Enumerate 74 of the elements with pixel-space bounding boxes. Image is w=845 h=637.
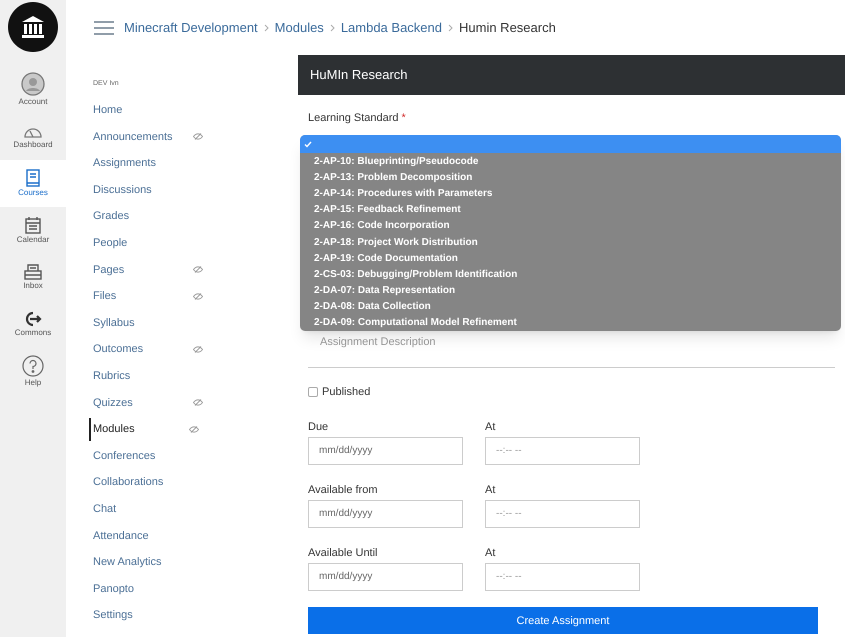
field-label: Available from: [308, 482, 378, 498]
breadcrumb-current: Humin Research: [459, 18, 556, 37]
breadcrumb-link[interactable]: Lambda Backend: [340, 18, 442, 38]
courses-icon: [26, 168, 40, 186]
description-field[interactable]: Assignment Description: [308, 333, 835, 368]
dropdown-option[interactable]: 2-AP-14: Procedures with Parameters: [300, 185, 841, 202]
course-nav-link[interactable]: Files: [93, 288, 193, 305]
field-label: At: [485, 420, 496, 434]
dropdown-option[interactable]: 2-AP-16: Code Incorporation: [300, 218, 841, 234]
dropdown-option[interactable]: 2-AP-15: Feedback Refinement: [300, 202, 841, 218]
dropdown-option[interactable]: 2-DA-09: Computational Model Refinement: [300, 314, 841, 332]
course-nav-link[interactable]: Syllabus: [93, 314, 193, 332]
create-assignment-button[interactable]: Create Assignment: [308, 607, 818, 634]
course-nav-link[interactable]: Rubrics: [93, 368, 193, 384]
nav-item[interactable]: Calendar: [0, 207, 66, 254]
nav-item[interactable]: Courses: [0, 160, 66, 207]
inbox-icon: [24, 264, 42, 280]
nav-item[interactable]: Inbox: [0, 254, 66, 301]
course-nav-link[interactable]: Assignments: [93, 155, 193, 172]
course-nav-link[interactable]: New Analytics: [93, 554, 193, 571]
time-field[interactable]: --:-- --: [485, 436, 640, 464]
course-nav-link[interactable]: Chat: [93, 500, 193, 518]
field-label: At: [485, 546, 496, 560]
time-field[interactable]: --:-- --: [485, 562, 640, 590]
date-field[interactable]: mm/dd/yyyy: [308, 500, 463, 528]
course-nav-link[interactable]: Quizzes: [93, 394, 193, 412]
account-icon: [21, 72, 45, 96]
dropdown-option[interactable]: 2-DA-08: Data Collection: [300, 298, 841, 315]
checkbox[interactable]: [308, 387, 318, 398]
logo-icon[interactable]: [8, 2, 58, 52]
help-icon: [22, 354, 44, 376]
date-field[interactable]: mm/dd/yyyy: [308, 436, 463, 464]
chevron-icon: [330, 24, 335, 32]
chevron-icon: [264, 24, 269, 32]
commons-icon: [24, 310, 42, 326]
course-nav-link[interactable]: Home: [93, 102, 193, 119]
dropdown-option[interactable]: 2-AP-18: Project Work Distribution: [300, 234, 841, 250]
dropdown-option[interactable]: 2-DA-07: Data Representation: [300, 282, 841, 299]
required-mark: *: [402, 110, 406, 126]
course-nav-link[interactable]: Conferences: [93, 448, 193, 464]
date-field[interactable]: mm/dd/yyyy: [308, 562, 463, 590]
dropdown-list[interactable]: [300, 135, 841, 332]
course-nav-link[interactable]: Announcements: [93, 128, 193, 146]
calendar-icon: [25, 216, 41, 234]
chevron-icon: [448, 24, 453, 32]
time-field[interactable]: --:-- --: [485, 500, 640, 528]
course-nav-link[interactable]: Modules: [89, 418, 189, 441]
checkbox-label: Published: [322, 385, 370, 400]
breadcrumb-link[interactable]: Minecraft Development: [124, 18, 258, 38]
course-nav-link[interactable]: Attendance: [93, 528, 193, 544]
dropdown-option[interactable]: 2-CS-03: Debugging/Problem Identification: [300, 266, 841, 282]
nav-item[interactable]: Help: [0, 348, 66, 395]
nav-item[interactable]: Dashboard: [0, 113, 66, 160]
course-nav-link[interactable]: Grades: [93, 208, 193, 225]
dropdown-option[interactable]: 2-AP-13: Problem Decomposition: [300, 169, 841, 186]
field-label: At: [485, 482, 496, 498]
course-nav-link[interactable]: Settings: [93, 607, 193, 624]
dropdown-option[interactable]: 2-AP-10: Blueprinting/Pseudocode: [300, 153, 841, 170]
menu-icon[interactable]: [94, 20, 114, 34]
nav-item[interactable]: Account: [0, 66, 66, 113]
check-icon: [304, 140, 312, 148]
course-nav-link[interactable]: Collaborations: [93, 474, 193, 491]
field-label: Due: [308, 420, 330, 434]
course-nav-link[interactable]: Outcomes: [93, 341, 193, 358]
course-nav-link[interactable]: Discussions: [93, 182, 193, 198]
course-nav-link[interactable]: People: [93, 235, 193, 252]
nav-item[interactable]: Commons: [0, 301, 66, 348]
field-label: Learning Standard: [308, 110, 399, 126]
field-label: Available Until: [308, 546, 379, 560]
course-nav-link[interactable]: Pages: [93, 262, 193, 278]
dropdown-option[interactable]: 2-AP-19: Code Documentation: [300, 250, 841, 266]
breadcrumb-link[interactable]: Modules: [274, 18, 324, 38]
course-nav-link[interactable]: Panopto: [93, 580, 193, 598]
panel-title: HuMIn Research: [298, 55, 845, 95]
